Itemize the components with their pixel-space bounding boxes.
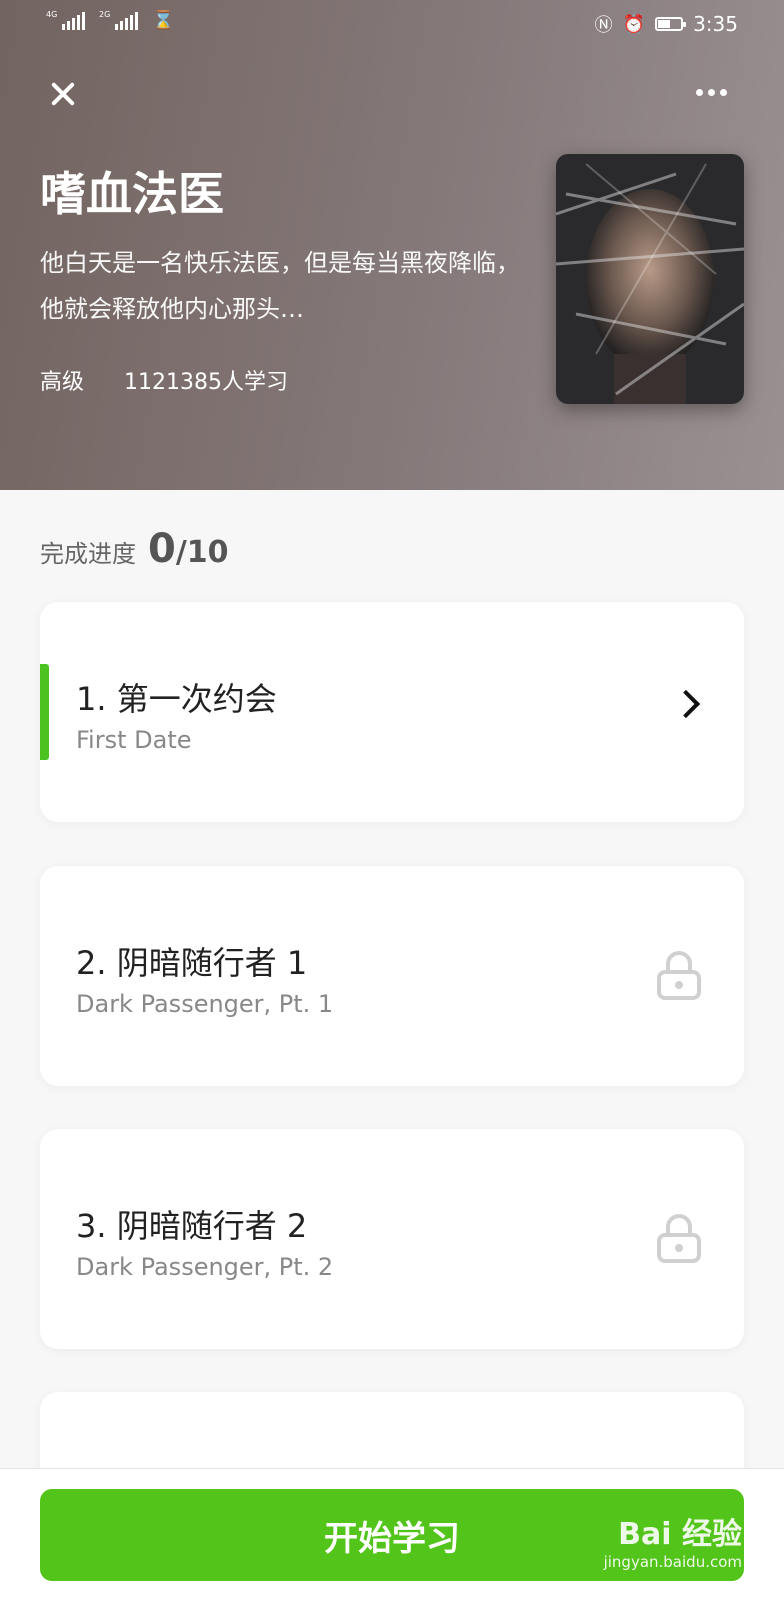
course-poster-image[interactable] xyxy=(556,154,744,404)
footer-bar: 开始学习 Bai 经验 jingyan.baidu.com xyxy=(0,1468,784,1601)
completion-progress: 完成进度 0/10 xyxy=(40,526,229,572)
lesson-subtitle: Dark Passenger, Pt. 1 xyxy=(76,990,334,1018)
alarm-icon: ⏰ xyxy=(622,13,646,35)
progress-total: /10 xyxy=(175,535,229,570)
nfc-icon: Ⓝ xyxy=(594,15,613,36)
lesson-card-2[interactable]: 2. 阴暗随行者 1 Dark Passenger, Pt. 1 xyxy=(40,866,744,1086)
lesson-title: 1. 第一次约会 xyxy=(76,680,277,718)
battery-icon xyxy=(655,17,687,31)
course-level: 高级 xyxy=(40,370,85,395)
learner-count: 1121385人学习 xyxy=(124,370,288,395)
lesson-card-3[interactable]: 3. 阴暗随行者 2 Dark Passenger, Pt. 2 xyxy=(40,1129,744,1349)
lesson-title: 2. 阴暗随行者 1 xyxy=(76,944,308,982)
hourglass-icon: ⌛ xyxy=(152,10,175,31)
signal-icon-2: 2G xyxy=(99,10,138,30)
progress-done: 0 xyxy=(148,526,176,572)
course-header: 4G 2G ⌛ Ⓝ ⏰ 3:35 嗜血法医 他白天是一名快乐法医，但是每当黑夜降… xyxy=(0,0,784,490)
current-lesson-indicator xyxy=(40,664,49,760)
lock-icon xyxy=(657,951,701,1000)
lock-icon xyxy=(657,1214,701,1263)
clock: 3:35 xyxy=(693,12,738,36)
more-options-button[interactable] xyxy=(696,82,740,102)
status-bar: 4G 2G ⌛ Ⓝ ⏰ 3:35 xyxy=(0,0,784,50)
course-description: 他白天是一名快乐法医，但是每当黑夜降临，他就会释放他内心那头… xyxy=(40,249,520,323)
course-title: 嗜血法医 xyxy=(40,167,224,221)
lesson-subtitle: Dark Passenger, Pt. 2 xyxy=(76,1253,334,1281)
chevron-right-icon xyxy=(671,689,701,719)
close-button[interactable] xyxy=(46,74,86,114)
course-meta: 高级 1121385人学习 xyxy=(40,364,288,396)
progress-label: 完成进度 xyxy=(40,540,136,568)
lesson-card-1[interactable]: 1. 第一次约会 First Date xyxy=(40,602,744,822)
baidu-jingyan-watermark: Bai 经验 jingyan.baidu.com xyxy=(603,1517,742,1571)
lesson-title: 3. 阴暗随行者 2 xyxy=(76,1207,308,1245)
signal-icon: 4G xyxy=(46,10,85,30)
lesson-subtitle: First Date xyxy=(76,726,192,754)
